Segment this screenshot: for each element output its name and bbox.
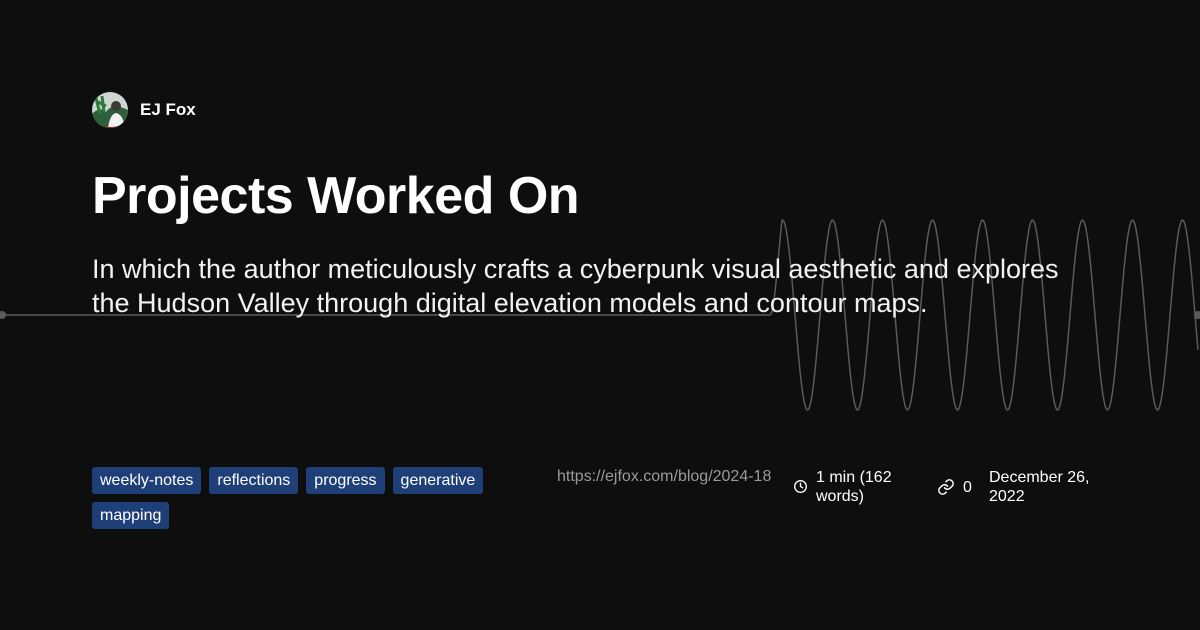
link-icon [938,479,954,495]
tag-mapping[interactable]: mapping [92,502,170,529]
card-content: EJ Fox Projects Worked On In which the a… [92,92,1108,318]
author-row: EJ Fox [92,92,1108,128]
author-name[interactable]: EJ Fox [140,100,196,120]
tag-progress[interactable]: progress [306,467,385,494]
page-title: Projects Worked On [92,167,580,225]
tag-generative[interactable]: generative [392,467,484,494]
clock-icon [794,480,807,493]
post-description: In which the author meticulously crafts … [92,254,1059,318]
avatar [92,92,128,128]
waveform-start-dot [0,311,6,319]
read-time-text: 1 min (162 words) [816,469,892,505]
link-count-text: 0 [963,479,972,496]
tag-weekly-notes[interactable]: weekly-notes [92,467,202,494]
read-time: 1 min (162 words) [793,468,928,506]
post-url[interactable]: https://ejfox.com/blog/2024-18 [557,467,782,486]
post-date: December 26, 2022 [989,469,1090,505]
link-count: 0 [937,468,972,497]
tag-reflections[interactable]: reflections [209,467,299,494]
tag-list: weekly-notes reflections progress genera… [92,467,532,529]
